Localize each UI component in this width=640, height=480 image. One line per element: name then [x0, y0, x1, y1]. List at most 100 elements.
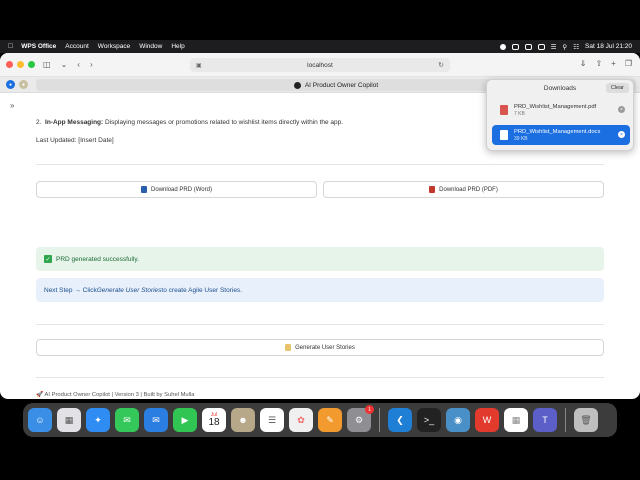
- reload-icon[interactable]: ↻: [438, 61, 444, 69]
- calendar-day: 18: [208, 416, 220, 428]
- dock-separator: [379, 408, 380, 432]
- teams-icon[interactable]: T: [533, 408, 557, 432]
- reminders-icon[interactable]: ☰: [260, 408, 284, 432]
- close-window-button[interactable]: [6, 61, 13, 68]
- mail-icon[interactable]: ✉: [144, 408, 168, 432]
- control-center-icon[interactable]: ☷: [573, 43, 579, 51]
- calendar-icon[interactable]: Jul 18: [202, 408, 226, 432]
- download-item-docx[interactable]: PRD_Wishlist_Management.docx 39 KB ×: [492, 125, 630, 145]
- pdf-doc-icon: [429, 186, 436, 193]
- download-item-size: 39 KB: [514, 135, 528, 142]
- clock[interactable]: Sat 18 Jul 21:20: [585, 43, 632, 50]
- menu-workspace[interactable]: Workspace: [98, 43, 130, 50]
- page-info-icon[interactable]: ▣: [196, 62, 202, 69]
- back-icon[interactable]: ‹: [77, 60, 80, 69]
- next-step-suffix: to create Agile User Stories.: [161, 286, 242, 294]
- apple-icon[interactable]: : [8, 43, 13, 50]
- download-item-name: PRD_Wishlist_Management.docx: [514, 128, 601, 135]
- pages-icon[interactable]: ✎: [318, 408, 342, 432]
- share-icon[interactable]: ⇧: [595, 59, 602, 68]
- remove-download-icon[interactable]: ×: [618, 106, 625, 113]
- tab-title: AI Product Owner Copilot: [304, 81, 379, 89]
- last-updated: Last Updated: [Insert Date]: [36, 137, 114, 144]
- generate-user-stories-button[interactable]: Generate User Stories: [36, 339, 604, 356]
- download-item-name: PRD_Wishlist_Management.pdf: [514, 103, 597, 110]
- dock: ☺ ▦ ✦ ✉ ✉ ▶ Jul 18 ☻ ☰ ✿ ✎ ⚙ 1 ❮ >_ ◉ W ▦…: [23, 403, 617, 437]
- messages-icon[interactable]: ✉: [115, 408, 139, 432]
- freeform-icon[interactable]: ✿: [289, 408, 313, 432]
- success-alert: ✓ PRD generated successfully.: [36, 247, 604, 271]
- downloads-icon[interactable]: ⇓: [580, 59, 587, 68]
- search-icon[interactable]: ⚲: [562, 43, 567, 51]
- address-text: localhost: [307, 61, 333, 69]
- divider: [36, 164, 604, 165]
- battery-icon[interactable]: [537, 43, 545, 50]
- word-doc-icon: [141, 186, 148, 193]
- list-item-number: 2.: [36, 119, 42, 126]
- next-step-alert: Next Step → Click Generate User Stories …: [36, 278, 604, 302]
- download-word-button[interactable]: Download PRD (Word): [36, 181, 317, 198]
- toolbar-right: ⇓ ⇧ + ❐: [580, 59, 632, 68]
- trash-icon[interactable]: 🗑: [574, 408, 598, 432]
- divider: [36, 377, 604, 378]
- window-controls: [6, 61, 35, 68]
- menu-help[interactable]: Help: [171, 43, 184, 50]
- launchpad-icon[interactable]: ▦: [57, 408, 81, 432]
- download-word-label: Download PRD (Word): [151, 186, 212, 193]
- menu-account[interactable]: Account: [65, 43, 89, 50]
- next-step-prefix: Next Step → Click: [44, 286, 97, 294]
- success-message: PRD generated successfully.: [56, 255, 139, 263]
- address-bar[interactable]: ▣ localhost ↻: [190, 58, 450, 72]
- generate-stories-label: Generate User Stories: [295, 344, 355, 351]
- zoom-window-button[interactable]: [28, 61, 35, 68]
- menu-window[interactable]: Window: [139, 43, 162, 50]
- pinned-tab-icon[interactable]: ●: [6, 80, 15, 89]
- status-record-icon[interactable]: [499, 43, 506, 50]
- pdf-file-icon: [500, 105, 508, 115]
- divider: [36, 324, 604, 325]
- page-footer: 🚀 AI Product Owner Copilot | Version 3 |…: [36, 392, 195, 398]
- wifi-icon[interactable]: ☰: [551, 43, 557, 51]
- menu-bar:  WPS Office Account Workspace Window He…: [0, 40, 640, 53]
- chevron-down-icon[interactable]: ⌄: [61, 60, 68, 69]
- facetime-icon[interactable]: ▶: [173, 408, 197, 432]
- system-settings-icon[interactable]: ⚙ 1: [347, 405, 374, 432]
- status-display-icon[interactable]: [524, 43, 532, 50]
- downloads-popover: Downloads Clear PRD_Wishlist_Management.…: [486, 79, 634, 151]
- remove-download-icon[interactable]: ×: [618, 131, 625, 138]
- browser-toolbar: ◫ ⌄ ‹ › ▣ localhost ↻ ⇓ ⇧ + ❐: [0, 53, 640, 77]
- download-item-pdf[interactable]: PRD_Wishlist_Management.pdf 7 KB ×: [492, 100, 630, 120]
- clear-downloads-button[interactable]: Clear: [605, 83, 629, 93]
- expand-sidebar-icon[interactable]: »: [10, 101, 14, 110]
- forward-icon[interactable]: ›: [90, 60, 93, 69]
- status-app-icon[interactable]: [511, 43, 519, 50]
- next-step-emph: Generate User Stories: [96, 286, 162, 294]
- minimize-window-button[interactable]: [17, 61, 24, 68]
- finder-icon[interactable]: ☺: [28, 408, 52, 432]
- check-icon: ✓: [44, 255, 52, 263]
- list-item-text: Displaying messages or promotions relate…: [103, 119, 344, 126]
- status-area: ☰ ⚲ ☷ Sat 18 Jul 21:20: [499, 43, 632, 51]
- contacts-icon[interactable]: ☻: [231, 408, 255, 432]
- disk-utility-icon[interactable]: ◉: [446, 408, 470, 432]
- safari-icon[interactable]: ✦: [86, 408, 110, 432]
- list-item-bold: In-App Messaging:: [45, 119, 104, 126]
- numbers-icon[interactable]: ▦: [504, 408, 528, 432]
- list-item: 2. In-App Messaging: Displaying messages…: [36, 119, 343, 126]
- download-pdf-button[interactable]: Download PRD (PDF): [323, 181, 604, 198]
- screen:  WPS Office Account Workspace Window He…: [0, 0, 640, 480]
- terminal-icon[interactable]: >_: [417, 408, 441, 432]
- settings-badge: 1: [365, 405, 374, 414]
- memo-icon: [285, 344, 292, 351]
- wps-office-icon[interactable]: W: [475, 408, 499, 432]
- dock-separator: [565, 408, 566, 432]
- tab-overview-icon[interactable]: ❐: [625, 59, 632, 68]
- pinned-tab-2-icon[interactable]: ●: [19, 80, 28, 89]
- sidebar-icon[interactable]: ◫: [43, 60, 51, 69]
- docx-file-icon: [500, 130, 508, 140]
- vscode-icon[interactable]: ❮: [388, 408, 412, 432]
- tab-favicon-icon: [293, 81, 301, 89]
- download-pdf-label: Download PRD (PDF): [439, 186, 498, 193]
- new-tab-icon[interactable]: +: [611, 59, 616, 68]
- menu-app-name[interactable]: WPS Office: [21, 43, 56, 50]
